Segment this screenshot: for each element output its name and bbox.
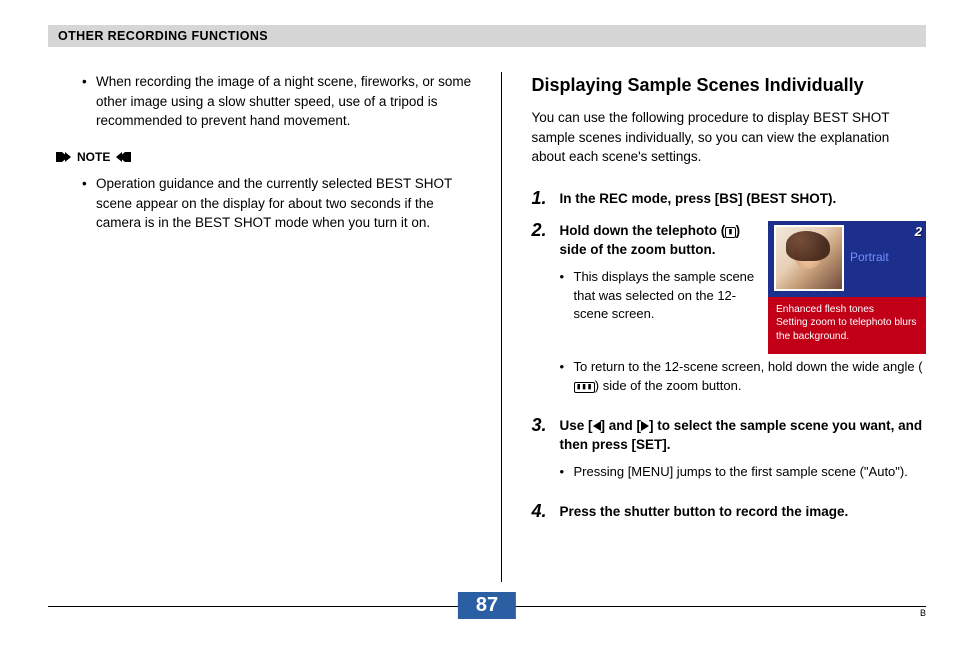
- step-title-part: Use [: [560, 418, 593, 433]
- bullet-dot: •: [560, 463, 574, 482]
- footer-corner-letter: B: [920, 608, 926, 618]
- sub-bullet: • To return to the 12-scene screen, hold…: [560, 358, 927, 396]
- note-right-icon: [116, 152, 131, 162]
- step-3: 3. Use [] and [] to select the sample sc…: [532, 416, 927, 490]
- step-title: Use [] and [] to select the sample scene…: [560, 416, 927, 455]
- bullet-dot: •: [82, 72, 96, 131]
- step-title: Press the shutter button to record the i…: [560, 502, 927, 522]
- wide-angle-icon: ▮▮▮: [574, 382, 595, 393]
- sub-text-part: To return to the 12-scene screen, hold d…: [574, 359, 923, 374]
- sub-bullet: • This displays the sample scene that wa…: [560, 268, 757, 325]
- content-columns: • When recording the image of a night sc…: [48, 72, 926, 582]
- step-body: Hold down the telephoto (▮ ) side of the …: [560, 221, 927, 404]
- left-arrow-icon: [593, 421, 601, 431]
- section-header: OTHER RECORDING FUNCTIONS: [48, 25, 926, 47]
- step-title-part: Hold down the telephoto (: [560, 223, 726, 238]
- sub-text-part: ) side of the zoom button.: [595, 378, 742, 393]
- step-number: 2.: [532, 221, 552, 404]
- section-header-text: OTHER RECORDING FUNCTIONS: [58, 29, 268, 43]
- sample-scene-card: Portrait 2 Enhanced flesh tones Setting …: [768, 221, 926, 354]
- page-footer: 87 B: [48, 592, 926, 622]
- step-number: 4.: [532, 502, 552, 522]
- scene-number-badge: 2: [915, 223, 922, 242]
- right-intro: You can use the following procedure to d…: [532, 108, 927, 167]
- note-bullet-text: Operation guidance and the currently sel…: [96, 174, 477, 233]
- step-number: 3.: [532, 416, 552, 490]
- sub-bullet-text: This displays the sample scene that was …: [574, 268, 757, 325]
- left-column: • When recording the image of a night sc…: [48, 72, 495, 582]
- step-title-part: ] and [: [601, 418, 642, 433]
- right-arrow-icon: [641, 421, 649, 431]
- scene-desc-line: Enhanced flesh tones: [776, 303, 918, 317]
- page-number-badge: 87: [458, 592, 516, 619]
- note-bullet-item: • Operation guidance and the currently s…: [82, 174, 477, 233]
- telephoto-icon: ▮: [725, 227, 735, 238]
- column-divider: [501, 72, 502, 582]
- scene-desc-line: Setting zoom to telephoto blurs the back…: [776, 316, 918, 344]
- sub-bullet-text: To return to the 12-scene screen, hold d…: [574, 358, 927, 396]
- sub-bullet: • Pressing [MENU] jumps to the first sam…: [560, 463, 927, 482]
- step-number: 1.: [532, 189, 552, 209]
- step-title: Hold down the telephoto (▮) side of the …: [560, 221, 757, 260]
- bullet-dot: •: [82, 174, 96, 233]
- bullet-dot: •: [560, 358, 574, 396]
- bullet-item: • When recording the image of a night sc…: [82, 72, 477, 131]
- bullet-dot: •: [560, 268, 574, 325]
- bullet-text: When recording the image of a night scen…: [96, 72, 477, 131]
- step-4: 4. Press the shutter button to record th…: [532, 502, 927, 522]
- sub-bullet-text: Pressing [MENU] jumps to the first sampl…: [574, 463, 927, 482]
- scene-label: Portrait: [850, 249, 920, 266]
- note-label: NOTE: [77, 149, 110, 166]
- step-1: 1. In the REC mode, press [BS] (BEST SHO…: [532, 189, 927, 209]
- scene-thumbnail: [774, 225, 844, 291]
- right-column: Displaying Sample Scenes Individually Yo…: [508, 72, 927, 582]
- step-2: 2. Hold down the telephoto (▮ ) side of t…: [532, 221, 927, 404]
- scene-description: Enhanced flesh tones Setting zoom to tel…: [768, 297, 926, 354]
- step-body: Use [] and [] to select the sample scene…: [560, 416, 927, 490]
- note-left-icon: [56, 152, 71, 162]
- right-heading: Displaying Sample Scenes Individually: [532, 72, 927, 98]
- step-title: In the REC mode, press [BS] (BEST SHOT).: [560, 189, 927, 209]
- note-heading: NOTE: [56, 149, 477, 166]
